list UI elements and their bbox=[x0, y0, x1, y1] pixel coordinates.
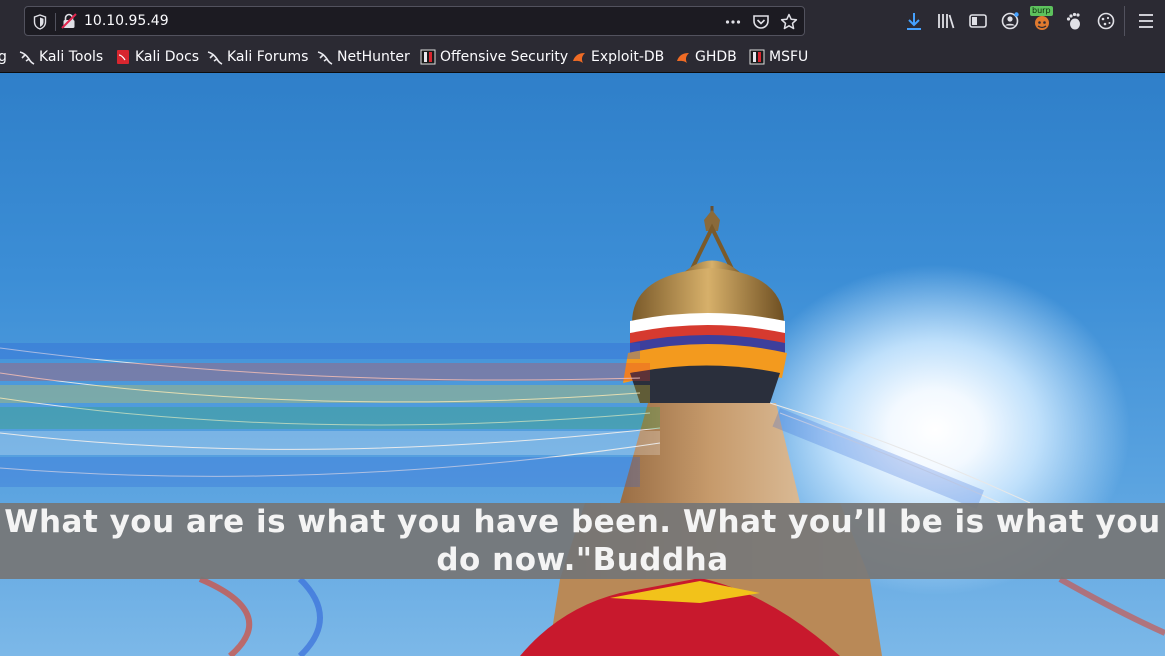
bookmark-label: NetHunter bbox=[337, 49, 410, 65]
kali-dragon-icon bbox=[19, 51, 35, 65]
pocket-icon[interactable] bbox=[752, 13, 770, 31]
kali-docs-icon bbox=[117, 50, 129, 64]
exploit-db-icon bbox=[573, 53, 585, 63]
cookie-icon[interactable] bbox=[1096, 11, 1116, 31]
bookmark-offensive-security[interactable]: Offensive Security bbox=[420, 48, 568, 66]
gnome-foot-icon[interactable] bbox=[1064, 11, 1084, 31]
buddha-quote: What you are is what you have been. What… bbox=[4, 504, 1161, 578]
burp-badge: burp bbox=[1030, 6, 1053, 16]
tracking-protection-shield-icon[interactable] bbox=[33, 14, 47, 30]
browser-toolbar: 10.10.95.49 burp bbox=[0, 0, 1165, 42]
url-text[interactable]: 10.10.95.49 bbox=[84, 13, 169, 29]
bookmark-ghdb[interactable]: GHDB bbox=[675, 48, 737, 66]
bookmark-label: Kali Docs bbox=[135, 49, 200, 65]
bookmark-item[interactable]: g bbox=[0, 48, 7, 66]
bookmark-label: Exploit-DB bbox=[591, 49, 665, 65]
page-content: What you are is what you have been. What… bbox=[0, 73, 1165, 656]
sidebar-icon[interactable] bbox=[968, 11, 988, 31]
offsec-icon bbox=[749, 49, 765, 65]
bookmark-label: Offensive Security bbox=[440, 49, 569, 65]
download-icon[interactable] bbox=[904, 11, 924, 31]
bookmark-label: Kali Tools bbox=[39, 49, 104, 65]
burp-extension[interactable]: burp bbox=[1030, 6, 1053, 31]
url-actions bbox=[724, 11, 798, 33]
toolbar-separator bbox=[1124, 6, 1125, 36]
bookmark-msfu[interactable]: MSFU bbox=[749, 48, 808, 66]
account-icon[interactable] bbox=[1000, 11, 1020, 31]
offsec-icon bbox=[420, 49, 436, 65]
url-bar[interactable]: 10.10.95.49 bbox=[24, 6, 805, 36]
bookmark-kali-tools[interactable]: Kali Tools bbox=[19, 48, 103, 66]
hamburger-menu-icon[interactable] bbox=[1138, 12, 1154, 30]
ghdb-icon bbox=[677, 53, 689, 63]
bookmark-label: MSFU bbox=[769, 49, 809, 65]
bookmark-label: GHDB bbox=[695, 49, 737, 65]
kali-dragon-icon bbox=[317, 51, 333, 65]
page-actions-menu-icon[interactable] bbox=[724, 13, 742, 31]
url-separator bbox=[55, 13, 56, 31]
bookmark-kali-docs[interactable]: Kali Docs bbox=[115, 48, 199, 66]
bookmarks-toolbar: g Kali Tools Kali Docs Kali Forums NetHu… bbox=[0, 42, 1165, 73]
prayer-flags-left bbox=[0, 343, 660, 487]
bookmark-star-icon[interactable] bbox=[780, 13, 798, 31]
insecure-lock-icon[interactable] bbox=[61, 13, 77, 29]
bookmark-exploit-db[interactable]: Exploit-DB bbox=[571, 48, 664, 66]
bookmark-kali-forums[interactable]: Kali Forums bbox=[207, 48, 308, 66]
bookmark-label: g bbox=[0, 49, 7, 65]
kali-dragon-icon bbox=[207, 51, 223, 65]
bookmark-nethunter[interactable]: NetHunter bbox=[317, 48, 410, 66]
library-icon[interactable] bbox=[936, 11, 956, 31]
bookmark-label: Kali Forums bbox=[227, 49, 309, 65]
